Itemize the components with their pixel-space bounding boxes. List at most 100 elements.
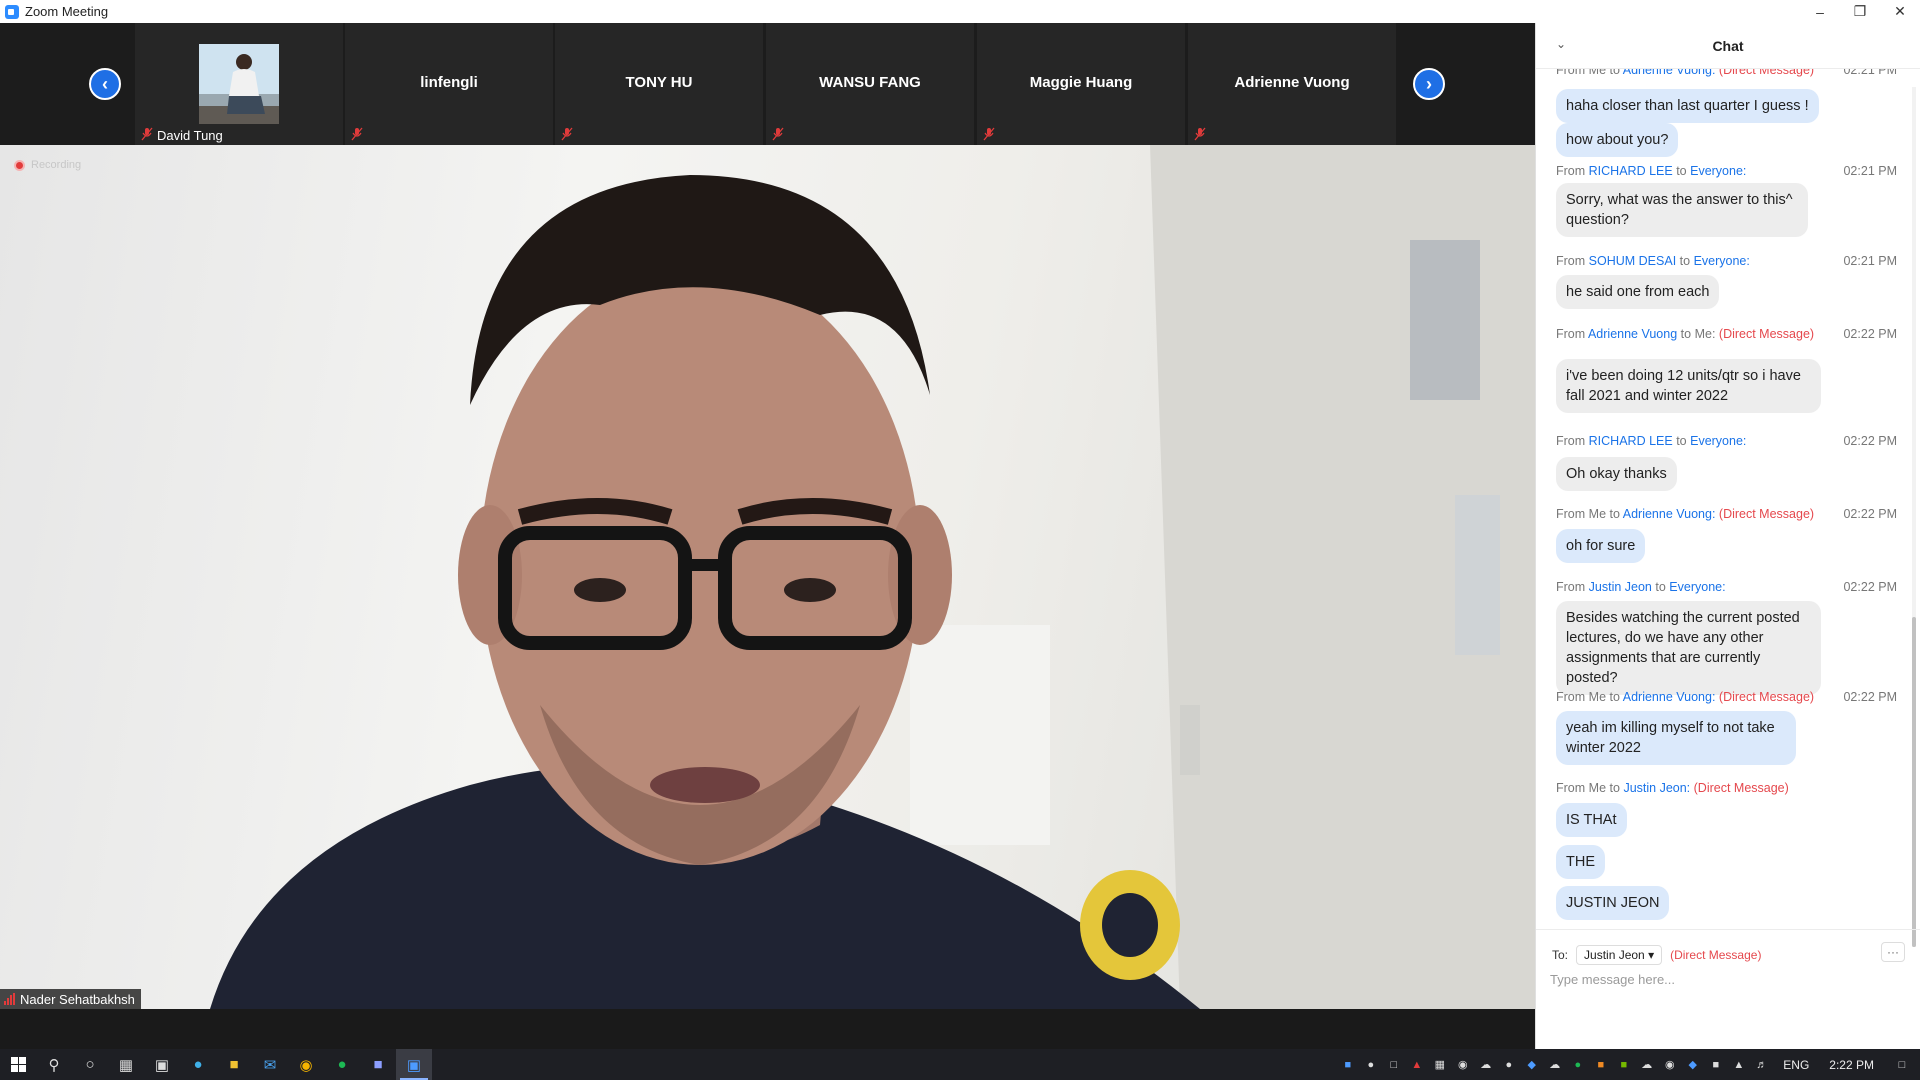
chat-message: JUSTIN JEON — [1556, 886, 1670, 920]
participant-name: linfengli — [420, 74, 478, 91]
windows-start-icon[interactable] — [0, 1049, 36, 1080]
participant-tile[interactable]: Maggie Huang — [977, 23, 1185, 145]
chrome-icon[interactable]: ◉ — [288, 1049, 324, 1080]
muted-mic-icon — [561, 127, 573, 141]
window-controls: – ❐ ✕ — [1800, 0, 1920, 23]
more-options-button[interactable]: ··· — [1881, 942, 1905, 962]
file-explorer-icon[interactable]: ■ — [216, 1049, 252, 1080]
minimize-button[interactable]: – — [1800, 0, 1840, 23]
chat-message: i've been doing 12 units/qtr so i have f… — [1556, 359, 1821, 413]
message-header: From Justin Jeon to Everyone: 02:22 PM — [1556, 580, 1897, 594]
message-header: From Me to Adrienne Vuong: (Direct Messa… — [1556, 69, 1897, 77]
recording-label: Recording — [31, 159, 82, 171]
edge-browser-icon[interactable]: ● — [180, 1049, 216, 1080]
app-tray-icon[interactable]: ■ — [1589, 1049, 1612, 1080]
chat-message: yeah im killing myself to not take winte… — [1556, 711, 1796, 765]
zoom-logo-icon — [5, 4, 19, 19]
chat-message: oh for sure — [1556, 529, 1646, 563]
message-header: From Me to Justin Jeon: (Direct Message) — [1556, 781, 1789, 795]
store-icon[interactable]: ▣ — [144, 1049, 180, 1080]
system-tray: ■ ● □ ▲ ▦ ◉ ☁ ● ◆ ☁ ● ■ ■ ☁ ◉ ◆ ■ ▲ ♬ EN… — [1336, 1049, 1920, 1080]
chat-scrollbar-thumb[interactable] — [1912, 617, 1916, 947]
close-button[interactable]: ✕ — [1880, 0, 1920, 23]
spotify-icon[interactable]: ● — [324, 1049, 360, 1080]
discord-tray-icon[interactable]: ● — [1359, 1049, 1382, 1080]
restore-button[interactable]: ❐ — [1840, 0, 1880, 23]
window-title: Zoom Meeting — [25, 4, 109, 19]
participant-tile[interactable]: Adrienne Vuong — [1188, 23, 1396, 145]
title-bar: Zoom Meeting – ❐ ✕ — [0, 0, 1920, 23]
security-tray-icon[interactable]: ■ — [1704, 1049, 1727, 1080]
participant-tile[interactable]: David Tung — [135, 23, 343, 145]
participant-tile[interactable]: linfengli — [345, 23, 553, 145]
mail-icon[interactable]: ✉ — [252, 1049, 288, 1080]
utility-tray-icon[interactable]: ▦ — [1428, 1049, 1451, 1080]
message-header: From Adrienne Vuong to Me: (Direct Messa… — [1556, 327, 1897, 341]
language-indicator[interactable]: ENG — [1773, 1058, 1819, 1072]
steam-tray-icon[interactable]: ◉ — [1658, 1049, 1681, 1080]
chat-message: Sorry, what was the answer to this^ ques… — [1556, 183, 1808, 237]
nvidia-tray-icon[interactable]: ■ — [1612, 1049, 1635, 1080]
message-header: From SOHUM DESAI to Everyone: 02:21 PM — [1556, 254, 1897, 268]
participant-name: Maggie Huang — [1029, 74, 1133, 91]
chevron-down-icon: ▾ — [1648, 948, 1655, 962]
recipient-row: To: Justin Jeon ▾ (Direct Message) — [1552, 945, 1761, 965]
clock[interactable]: 2:22 PM — [1819, 1058, 1884, 1072]
search-icon[interactable]: ⚲ — [36, 1049, 72, 1080]
message-header: From RICHARD LEE to Everyone: 02:21 PM — [1556, 164, 1897, 178]
filmstrip-next-button[interactable]: › — [1413, 68, 1445, 100]
speaker-name-badge: Nader Sehatbakhsh — [0, 989, 141, 1009]
meeting-controls-area — [0, 1009, 1535, 1049]
message-header: From Me to Adrienne Vuong: (Direct Messa… — [1556, 690, 1897, 704]
participant-name: Adrienne Vuong — [1234, 74, 1350, 91]
participant-tile[interactable]: TONY HU — [555, 23, 763, 145]
onedrive-tray-icon[interactable]: ☁ — [1474, 1049, 1497, 1080]
chat-message-list[interactable]: From Me to Adrienne Vuong: (Direct Messa… — [1536, 69, 1913, 949]
chat-composer: To: Justin Jeon ▾ (Direct Message) ··· — [1536, 929, 1920, 1049]
muted-mic-icon — [141, 127, 153, 141]
chat-scrollbar[interactable] — [1912, 87, 1916, 947]
recipient-name: Justin Jeon — [1584, 948, 1645, 962]
antivirus-tray-icon[interactable]: ▲ — [1405, 1049, 1428, 1080]
cortana-icon[interactable]: ○ — [72, 1049, 108, 1080]
muted-mic-icon — [983, 127, 995, 141]
active-speaker-video[interactable]: Recording Nader Sehatbakhsh — [0, 145, 1535, 1009]
spotify-tray-icon[interactable]: ● — [1566, 1049, 1589, 1080]
participant-name: WANSU FANG — [819, 74, 921, 91]
cloud-tray-icon[interactable]: ☁ — [1543, 1049, 1566, 1080]
chat-message: he said one from each — [1556, 275, 1720, 309]
message-header: From Me to Adrienne Vuong: (Direct Messa… — [1556, 507, 1897, 521]
participant-tile[interactable]: WANSU FANG — [766, 23, 974, 145]
notifications-icon[interactable]: □ — [1884, 1049, 1920, 1080]
chevron-down-icon[interactable]: ⌄ — [1556, 37, 1566, 51]
recipient-select[interactable]: Justin Jeon ▾ — [1576, 945, 1663, 965]
speaker-name: Nader Sehatbakhsh — [20, 991, 135, 1007]
direct-message-label: (Direct Message) — [1670, 948, 1762, 962]
muted-mic-icon — [351, 127, 363, 141]
network-share-tray-icon[interactable]: ◉ — [1451, 1049, 1474, 1080]
chat-message: THE — [1556, 845, 1605, 879]
muted-mic-icon — [1194, 127, 1206, 141]
participant-name: TONY HU — [625, 74, 693, 91]
cloud-storage-tray-icon[interactable]: ☁ — [1635, 1049, 1658, 1080]
discord-icon[interactable]: ■ — [360, 1049, 396, 1080]
chat-message: Oh okay thanks — [1556, 457, 1677, 491]
chat-message: Besides watching the current posted lect… — [1556, 601, 1821, 695]
wifi-icon[interactable]: ▲ — [1727, 1049, 1750, 1080]
chat-message: haha closer than last quarter I guess ! — [1556, 89, 1819, 123]
chat-header: ⌄ Chat — [1536, 23, 1920, 69]
chat-message: how about you? — [1556, 123, 1679, 157]
zoom-taskbar-icon[interactable]: ▣ — [396, 1049, 432, 1080]
app-tray-icon[interactable]: □ — [1382, 1049, 1405, 1080]
recording-dot-icon — [14, 159, 25, 171]
volume-icon[interactable]: ♬ — [1750, 1049, 1773, 1080]
app-tray-icon[interactable]: ◆ — [1520, 1049, 1543, 1080]
windows-taskbar: ⚲ ○ ▦ ▣ ● ■ ✉ ◉ ● ■ ▣ ■ ● □ ▲ ▦ ◉ ☁ ● ◆ … — [0, 1049, 1920, 1080]
task-view-icon[interactable]: ▦ — [108, 1049, 144, 1080]
message-input[interactable] — [1550, 972, 1905, 1032]
microphone-tray-icon[interactable]: ● — [1497, 1049, 1520, 1080]
zoom-tray-icon[interactable]: ■ — [1336, 1049, 1359, 1080]
bluetooth-tray-icon[interactable]: ◆ — [1681, 1049, 1704, 1080]
filmstrip-prev-button[interactable]: ‹ — [89, 68, 121, 100]
to-label: To: — [1552, 948, 1569, 962]
